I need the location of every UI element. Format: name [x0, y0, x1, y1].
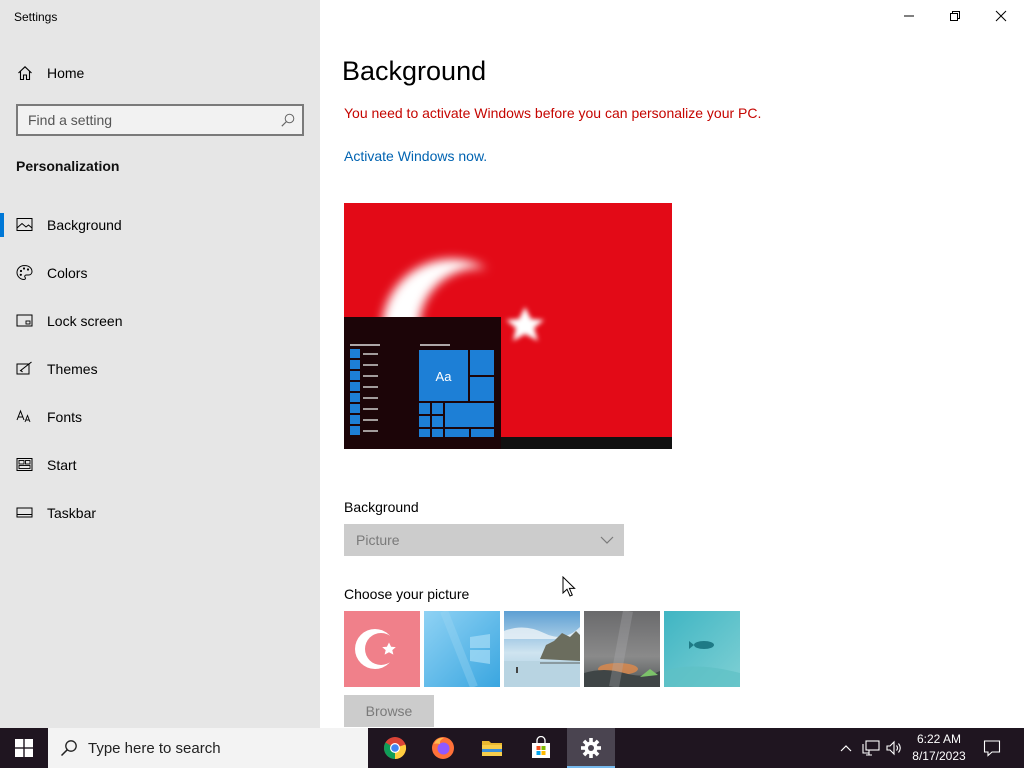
- start-button[interactable]: [0, 728, 48, 768]
- windows-logo-icon: [15, 739, 33, 757]
- clock-time: 6:22 AM: [916, 732, 962, 746]
- chrome-icon: [384, 737, 407, 760]
- themes-icon: [16, 361, 32, 375]
- taskbar-app-chrome[interactable]: [371, 728, 419, 768]
- nav-item-colors[interactable]: Colors: [0, 254, 320, 302]
- mouse-cursor-icon: [562, 576, 576, 597]
- nav-item-themes[interactable]: Themes: [0, 350, 320, 398]
- taskbar-app-settings[interactable]: [567, 728, 615, 768]
- picture-icon: [16, 218, 33, 231]
- find-setting-search[interactable]: [16, 104, 304, 136]
- nav-item-start[interactable]: Start: [0, 446, 320, 494]
- show-hidden-icons-button[interactable]: [836, 728, 856, 768]
- taskbar-search-placeholder: Type here to search: [88, 740, 221, 757]
- section-title: Personalization: [16, 158, 120, 174]
- minimize-icon: [904, 15, 914, 17]
- app-title: Settings: [14, 10, 58, 24]
- home-label: Home: [47, 65, 85, 81]
- clock-date: 8/17/2023: [912, 749, 966, 763]
- background-type-label: Background: [344, 499, 419, 515]
- background-type-dropdown[interactable]: Picture: [344, 524, 624, 556]
- nav-item-label: Themes: [47, 361, 98, 377]
- thumbnail-windows-blue[interactable]: [424, 611, 500, 687]
- close-button[interactable]: [978, 0, 1024, 32]
- lock-screen-icon: [16, 314, 33, 327]
- volume-button[interactable]: [884, 728, 906, 768]
- find-setting-input[interactable]: [18, 106, 268, 134]
- nav-item-fonts[interactable]: Fonts: [0, 398, 320, 446]
- store-icon: [532, 736, 550, 758]
- restore-button[interactable]: [932, 0, 978, 32]
- network-button[interactable]: [860, 728, 882, 768]
- taskbar-search-box[interactable]: Type here to search: [48, 728, 368, 768]
- page-title: Background: [342, 56, 487, 86]
- taskbar-app-store[interactable]: [517, 728, 565, 768]
- search-icon: [60, 740, 77, 757]
- action-center-button[interactable]: [976, 728, 1008, 768]
- taskbar-app-firefox[interactable]: [419, 728, 467, 768]
- browse-button[interactable]: Browse: [344, 695, 434, 727]
- taskbar-clock[interactable]: 6:22 AM 8/17/2023: [906, 731, 972, 765]
- fonts-icon: [16, 409, 31, 423]
- nav-item-label: Start: [47, 457, 77, 473]
- file-explorer-icon: [482, 741, 502, 756]
- taskbar-icon: [16, 507, 33, 518]
- close-icon: [995, 10, 1007, 22]
- chevron-up-icon: [840, 745, 852, 752]
- start-icon: [16, 458, 33, 471]
- nav-item-label: Fonts: [47, 409, 83, 425]
- nav-item-taskbar[interactable]: Taskbar: [0, 494, 320, 542]
- chevron-down-icon: [600, 536, 614, 544]
- home-icon: [18, 66, 32, 81]
- thumbnail-night-sky[interactable]: [584, 611, 660, 687]
- home-nav-item[interactable]: Home: [0, 58, 320, 88]
- firefox-icon: [432, 737, 454, 759]
- taskbar: Type here to search 6:22 AM 8/17/2023: [0, 728, 1024, 768]
- taskbar-app-file-explorer[interactable]: [468, 728, 516, 768]
- notification-icon: [983, 740, 1001, 757]
- choose-picture-label: Choose your picture: [344, 586, 470, 602]
- restore-icon: [950, 11, 960, 21]
- preview-tile-text: Aa: [436, 369, 453, 384]
- network-icon: [862, 740, 880, 756]
- nav-item-background[interactable]: Background: [0, 206, 320, 254]
- nav-item-label: Colors: [47, 265, 88, 281]
- thumbnail-turkish-flag[interactable]: [344, 611, 420, 687]
- thumbnail-underwater[interactable]: [664, 611, 740, 687]
- background-type-value: Picture: [356, 532, 400, 548]
- nav-item-label: Lock screen: [47, 313, 123, 329]
- nav-item-label: Background: [47, 217, 122, 233]
- activate-windows-link[interactable]: Activate Windows now.: [344, 148, 487, 164]
- settings-icon: [581, 738, 601, 758]
- preview-image: Aa: [344, 203, 672, 449]
- sidebar: Settings Home Personalization Background: [0, 0, 320, 728]
- nav-item-lock-screen[interactable]: Lock screen: [0, 302, 320, 350]
- thumbnail-beach-rocks[interactable]: [504, 611, 580, 687]
- activation-warning: You need to activate Windows before you …: [344, 105, 762, 121]
- background-preview: Aa: [344, 203, 672, 449]
- personalization-nav: Background Colors Lock screen Themes Fon…: [0, 206, 320, 542]
- search-icon[interactable]: [280, 112, 296, 128]
- palette-icon: [16, 264, 33, 281]
- nav-item-label: Taskbar: [47, 505, 97, 521]
- picture-thumbnails: [344, 611, 740, 687]
- volume-icon: [886, 740, 901, 756]
- minimize-button[interactable]: [886, 0, 932, 32]
